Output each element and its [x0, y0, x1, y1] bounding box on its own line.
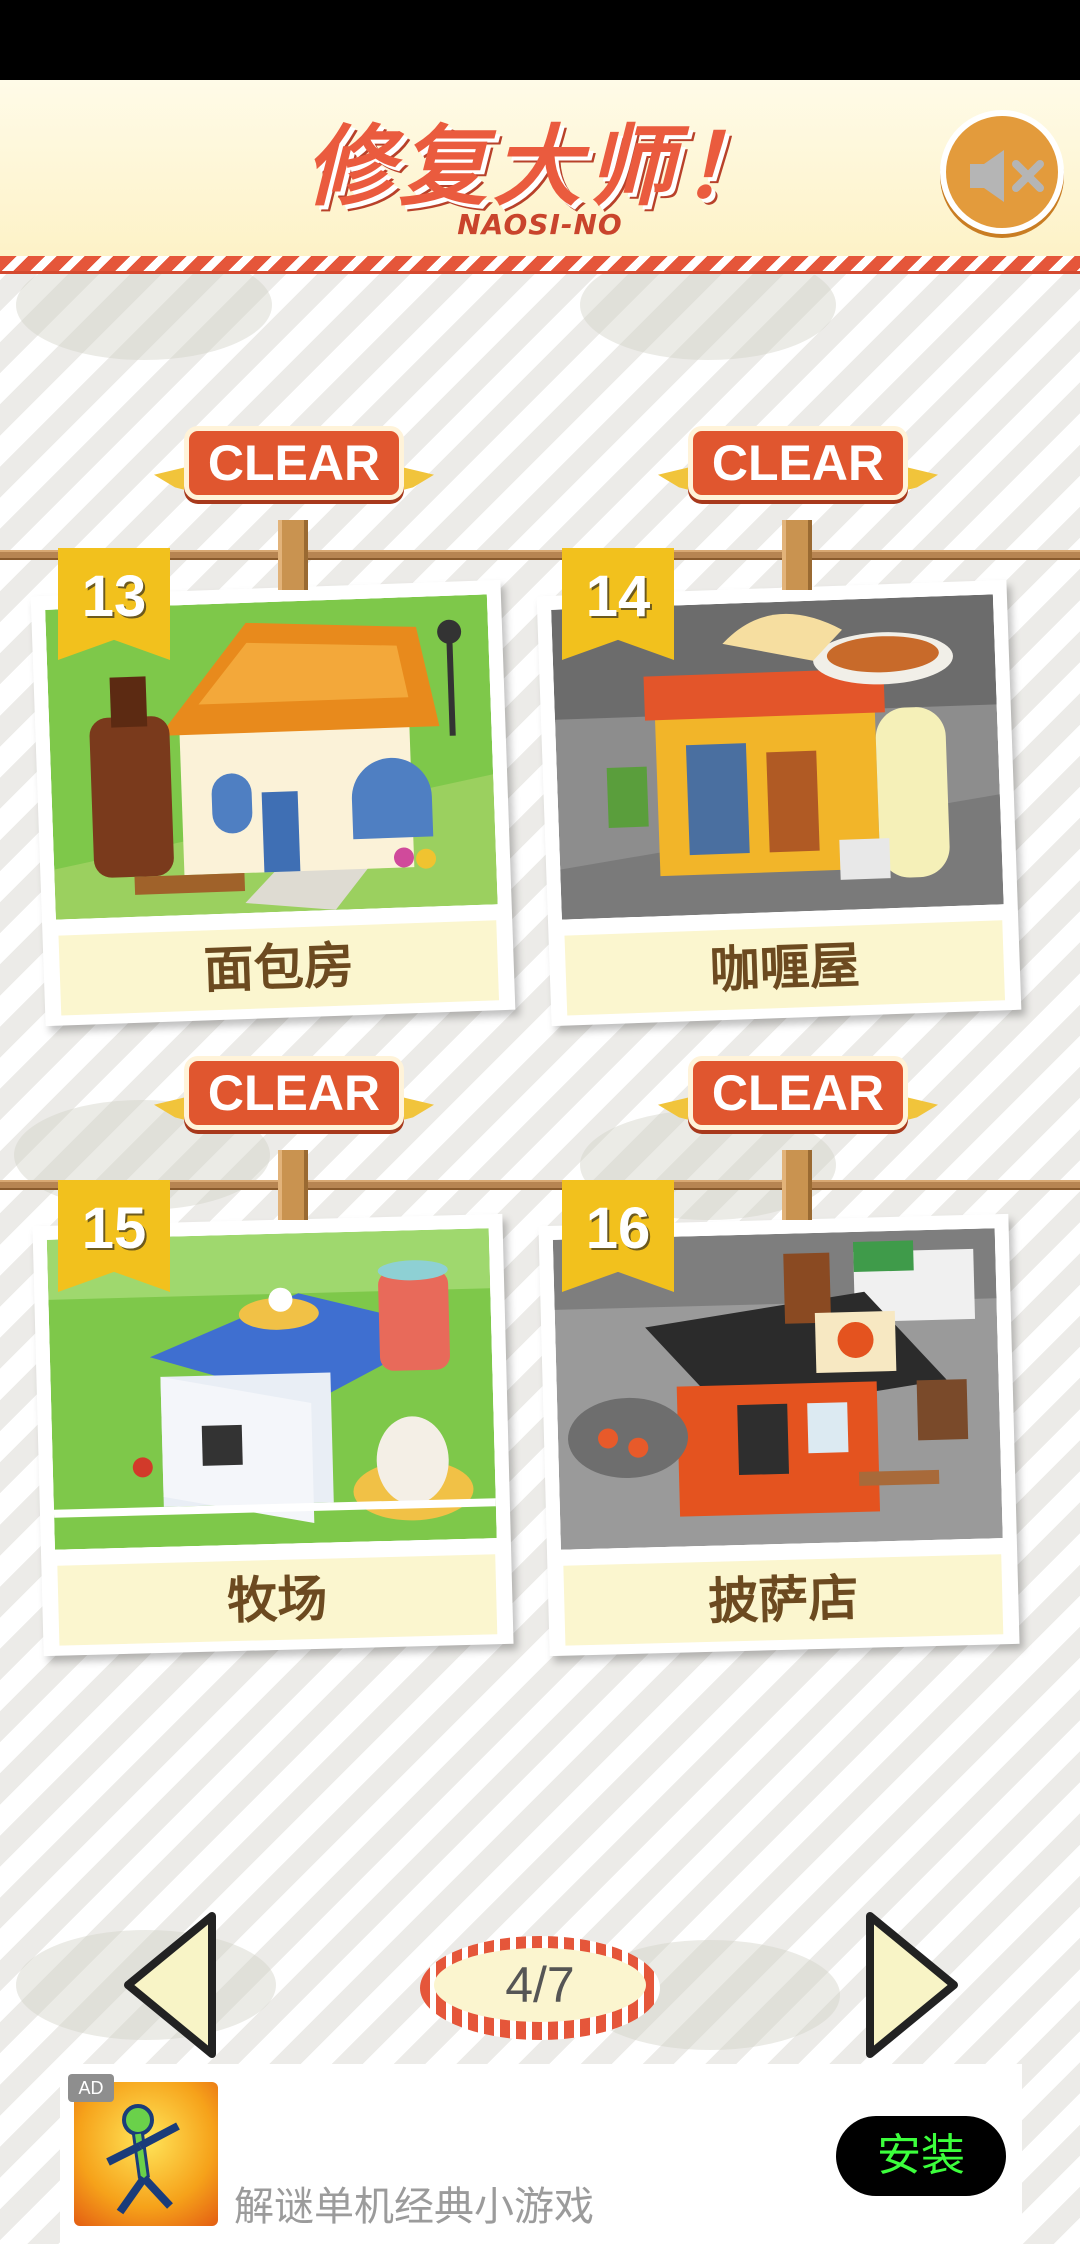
header-stripe — [0, 256, 1080, 274]
status-bar — [0, 0, 1080, 80]
clear-banner: CLEAR — [648, 420, 948, 530]
level-name: 披萨店 — [563, 1554, 1004, 1646]
bakery-illustration — [45, 594, 498, 920]
level-card-15[interactable]: 牧场 — [32, 1213, 514, 1657]
level-card-13[interactable]: 面包房 — [30, 579, 516, 1027]
ad-app-icon[interactable] — [74, 2082, 218, 2226]
ranch-illustration — [46, 1228, 497, 1550]
mute-button[interactable] — [940, 110, 1064, 234]
clear-banner: CLEAR — [648, 1050, 948, 1160]
triangle-right-icon — [866, 1912, 958, 2058]
level-name: 咖喱屋 — [564, 920, 1006, 1016]
curry-shop-illustration — [551, 594, 1004, 920]
ad-text: 解谜单机经典小游戏 — [234, 2184, 594, 2230]
ad-tag: AD — [68, 2074, 114, 2102]
speaker-muted-icon — [970, 150, 1044, 202]
level-card-16[interactable]: 披萨店 — [538, 1213, 1020, 1657]
triangle-left-icon — [124, 1912, 216, 2058]
clothespin — [278, 1150, 308, 1220]
level-name: 面包房 — [58, 920, 500, 1016]
ad-banner[interactable]: AD 解谜单机经典小游戏 安装 — [60, 2064, 1022, 2244]
clear-banner: CLEAR — [144, 1050, 444, 1160]
previous-page-button[interactable] — [120, 1910, 220, 2060]
page-indicator-label: 4/7 — [434, 1948, 646, 2022]
page-indicator: 4/7 — [420, 1936, 660, 2040]
clothespin — [278, 520, 308, 590]
pizza-shop-illustration — [552, 1228, 1003, 1550]
running-figure-icon — [106, 2104, 180, 2215]
install-button[interactable]: 安装 — [836, 2116, 1006, 2196]
clear-banner: CLEAR — [144, 420, 444, 530]
game-logo-subtitle: NAOSI-NO — [457, 208, 623, 241]
level-name: 牧场 — [57, 1554, 498, 1646]
level-card-14[interactable]: 咖喱屋 — [536, 579, 1022, 1027]
clothespin — [782, 1150, 812, 1220]
clothespin — [782, 520, 812, 590]
next-page-button[interactable] — [862, 1910, 962, 2060]
game-logo-title: 修复大师！ — [304, 115, 775, 218]
